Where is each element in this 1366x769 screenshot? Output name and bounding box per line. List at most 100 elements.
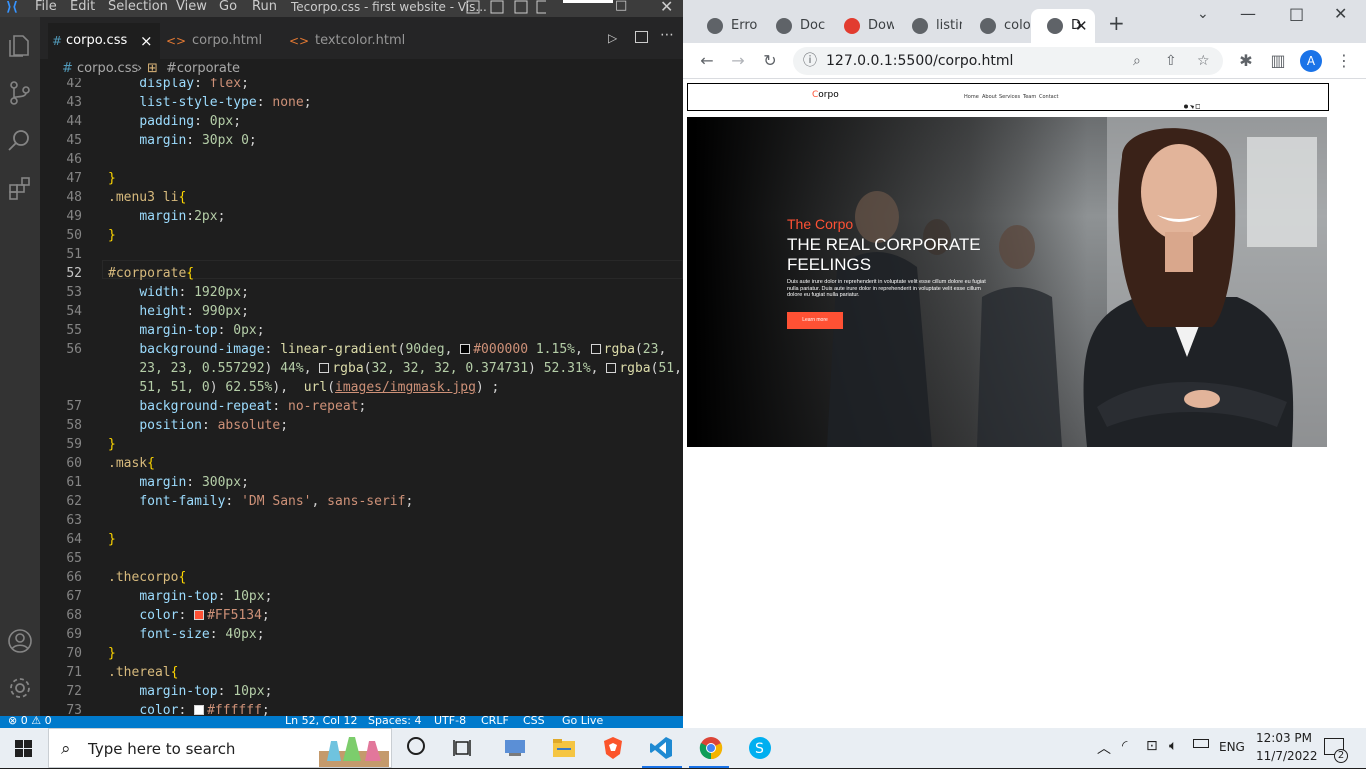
zoom-icon[interactable]: ⌕	[1133, 47, 1141, 75]
source-control-icon[interactable]	[6, 79, 34, 107]
cortana-icon[interactable]	[407, 737, 425, 755]
address-bar[interactable]: ⓘ 127.0.0.1:5500/corpo.html ⌕ ⇧ ☆	[793, 47, 1223, 75]
more-actions-icon[interactable]: ⋯	[660, 27, 674, 43]
menu-run[interactable]: Run	[252, 0, 277, 14]
close-window-icon[interactable]: ✕	[1334, 4, 1347, 23]
reload-icon[interactable]: ↻	[758, 49, 782, 73]
code-line: .thereal{	[108, 665, 179, 680]
browser-tab-dow[interactable]: Dow	[828, 9, 894, 43]
globe-icon	[980, 18, 996, 34]
taskbar-search[interactable]: ⌕ Type here to search	[48, 728, 392, 768]
tab-corpo-css[interactable]: # corpo.css ×	[48, 23, 160, 59]
volume-icon[interactable]: 🔈︎	[1169, 738, 1177, 754]
camera-icon[interactable]: ⊡	[1146, 738, 1158, 754]
code-line: margin: 300px;	[139, 475, 249, 490]
minimize-icon[interactable]: —	[1240, 4, 1256, 23]
extensions-icon[interactable]	[6, 175, 34, 203]
brave-browser-icon[interactable]	[601, 736, 625, 760]
tab-search-icon[interactable]: ⌄	[1197, 6, 1209, 22]
browser-tab-docu[interactable]: Docu	[760, 9, 826, 43]
nav-about[interactable]: About	[982, 94, 997, 100]
clock-time[interactable]: 12:03 PM	[1256, 731, 1312, 745]
breadcrumb: # corpo.css › ⊞ #corporate	[40, 59, 683, 78]
nav-team[interactable]: Team	[1023, 94, 1036, 100]
share-icon[interactable]: ⇧	[1165, 47, 1177, 75]
menu-file[interactable]: File	[35, 0, 57, 14]
skype-icon[interactable]: S	[748, 736, 772, 760]
line-number: 61	[66, 475, 82, 490]
line-number: 48	[66, 190, 82, 205]
profile-avatar[interactable]: A	[1300, 50, 1322, 72]
layout-icons[interactable]	[466, 0, 548, 15]
breadcrumb-file[interactable]: corpo.css	[77, 59, 138, 78]
browser-tab-color[interactable]: color	[964, 9, 1030, 43]
code-line: width: 1920px;	[139, 285, 249, 300]
back-arrow-icon[interactable]: ←	[695, 49, 719, 73]
tab-corpo-html[interactable]: <> corpo.html	[164, 23, 274, 59]
clock-date[interactable]: 11/7/2022	[1256, 749, 1318, 763]
forward-arrow-icon[interactable]: →	[726, 49, 750, 73]
close-tab-icon[interactable]: ×	[140, 23, 153, 59]
tab-textcolor-html[interactable]: <> textcolor.html	[287, 23, 423, 59]
app-icon[interactable]	[503, 736, 527, 760]
url-text[interactable]: 127.0.0.1:5500/corpo.html	[826, 47, 1013, 75]
chrome-menu-icon[interactable]: ⋮	[1332, 49, 1356, 73]
extensions-icon[interactable]: ✱	[1234, 49, 1258, 73]
code-line: #corporate{	[108, 266, 195, 281]
menu-selection[interactable]: Selection	[108, 0, 168, 14]
browser-tab-label: Error	[731, 18, 757, 33]
settings-gear-icon[interactable]	[6, 674, 34, 702]
chrome-taskbar-icon[interactable]	[699, 736, 723, 760]
accounts-icon[interactable]	[6, 627, 34, 655]
encoding[interactable]: UTF-8	[434, 716, 466, 727]
problems-indicator[interactable]: ⊗ 0 ⚠ 0	[8, 716, 52, 727]
site-info-icon[interactable]: ⓘ	[803, 47, 817, 75]
line-ending[interactable]: CRLF	[481, 716, 509, 727]
line-number: 67	[66, 589, 82, 604]
line-number: 58	[66, 418, 82, 433]
explorer-icon[interactable]	[6, 31, 34, 59]
vscode-taskbar-icon[interactable]	[649, 736, 673, 760]
code-line: 51, 51, 0) 62.55%), url(images/imgmask.j…	[139, 380, 500, 395]
new-tab-icon[interactable]: +	[1108, 11, 1125, 35]
windows-start-icon[interactable]	[15, 740, 32, 757]
bookmark-star-icon[interactable]: ☆	[1197, 47, 1210, 75]
menu-go[interactable]: Go	[219, 0, 237, 14]
side-panel-icon[interactable]: ▥	[1266, 49, 1290, 73]
code-editor[interactable]: 42 display: flex; 43 list-style-type: no…	[40, 78, 683, 716]
nav-services[interactable]: Services	[999, 94, 1020, 100]
menu-view[interactable]: View	[176, 0, 207, 14]
language-mode[interactable]: CSS	[523, 716, 545, 727]
show-hidden-icons-chevron-icon[interactable]: ︿	[1097, 738, 1111, 758]
menu-edit[interactable]: Edit	[70, 0, 95, 14]
code-line: .thecorpo{	[108, 570, 187, 585]
nav-contact[interactable]: Contact	[1039, 94, 1058, 100]
browser-tab-error[interactable]: Error	[691, 9, 757, 43]
battery-icon[interactable]	[1193, 739, 1209, 748]
social-icons[interactable]	[1184, 94, 1201, 109]
close-tab-icon[interactable]: ✕	[1075, 9, 1088, 43]
breadcrumb-symbol[interactable]: #corporate	[166, 59, 240, 78]
task-view-icon[interactable]	[453, 738, 473, 758]
cursor-position[interactable]: Ln 52, Col 12	[285, 716, 358, 727]
facebook-icon	[844, 18, 860, 34]
browser-tab-active[interactable]: D ✕	[1031, 9, 1095, 43]
run-icon[interactable]: ▷	[608, 31, 617, 45]
close-window-icon[interactable]: ✕	[660, 0, 673, 16]
code-line: .menu3 li{	[108, 190, 187, 205]
nav-home[interactable]: Home	[964, 94, 979, 100]
maximize-icon[interactable]: □	[615, 0, 627, 13]
search-icon[interactable]	[6, 127, 34, 155]
maximize-icon[interactable]: □	[1289, 4, 1304, 23]
line-number: 62	[66, 494, 82, 509]
split-editor-icon[interactable]	[635, 31, 648, 43]
go-live-button[interactable]: Go Live	[562, 716, 603, 727]
indentation[interactable]: Spaces: 4	[368, 716, 421, 727]
site-logo[interactable]: Corpo	[812, 90, 839, 100]
learn-more-button[interactable]: Learn more	[787, 312, 843, 329]
wifi-icon[interactable]: ◜	[1122, 738, 1127, 754]
code-line: }	[108, 171, 116, 186]
language-indicator[interactable]: ENG	[1219, 740, 1245, 754]
file-explorer-icon[interactable]	[552, 736, 576, 760]
browser-tab-listin[interactable]: listin	[896, 9, 962, 43]
